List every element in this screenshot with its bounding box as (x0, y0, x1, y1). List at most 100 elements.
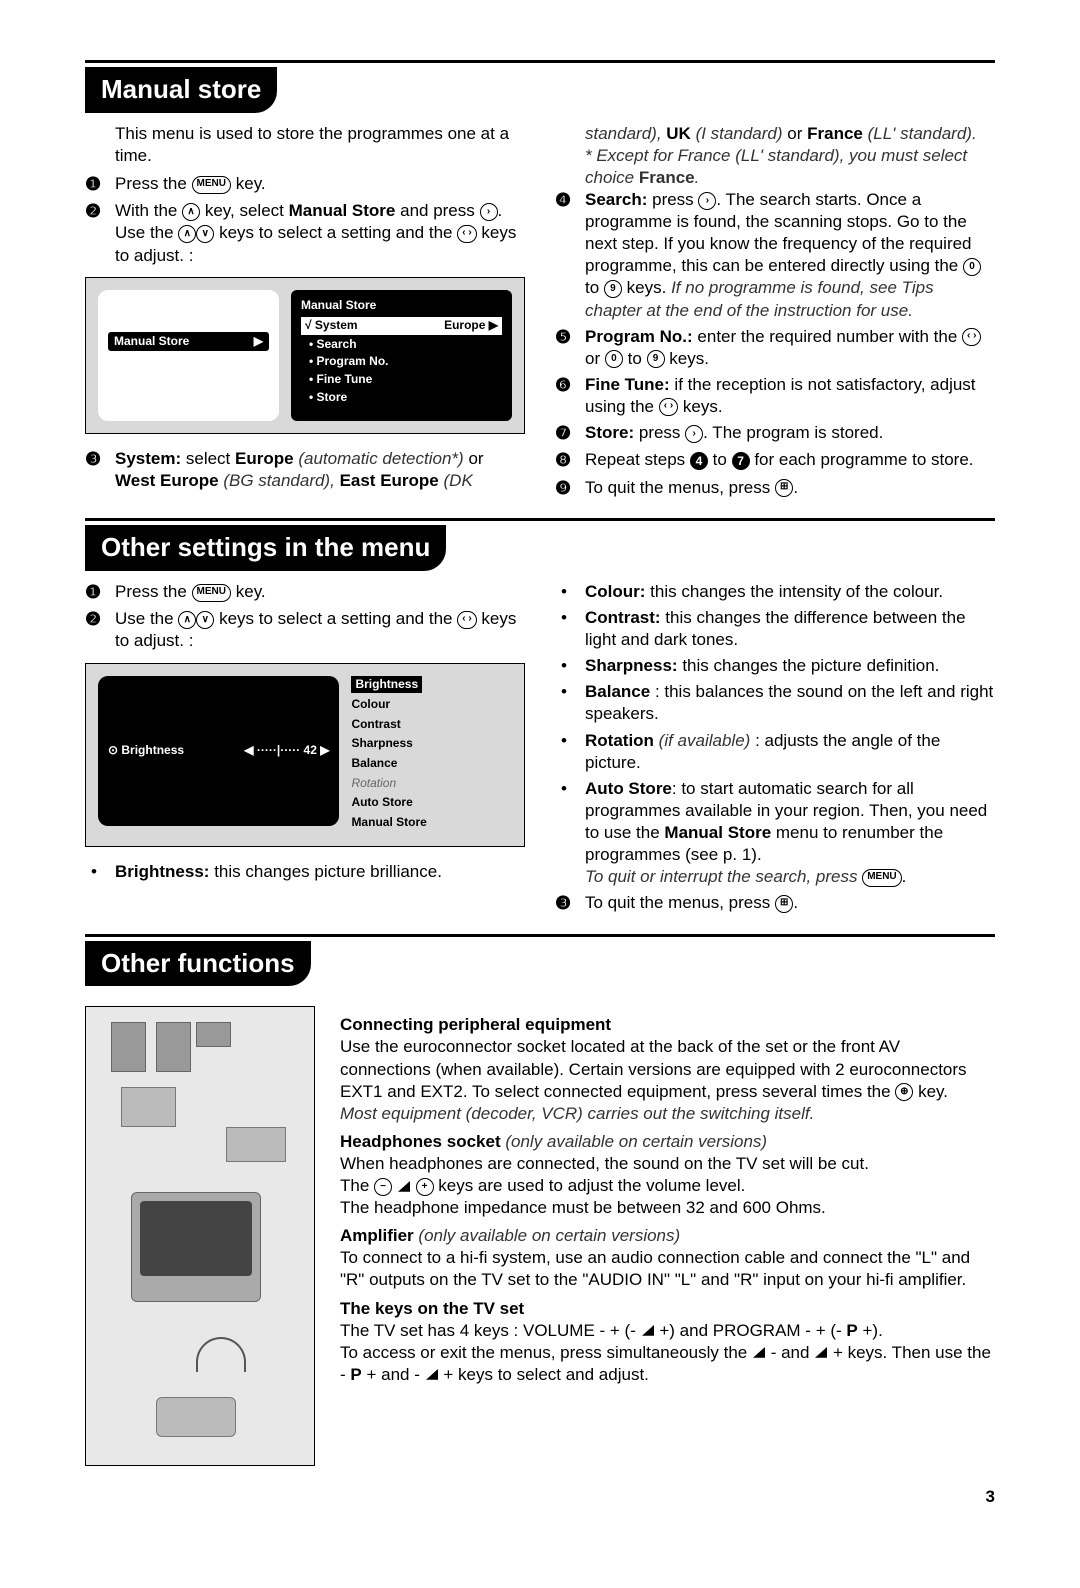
step-9: ❾ To quit the menus, press ⊞. (555, 477, 995, 500)
text: (LL' standard). (868, 124, 977, 143)
other-settings-right: •Colour: this changes the intensity of t… (555, 581, 995, 920)
text: To connect to a hi-fi system, use an aud… (340, 1247, 995, 1291)
text: To quit the menus, press (585, 893, 770, 912)
manual-store-menu-figure: Manual Store▶ Manual Store √ System Euro… (85, 277, 525, 435)
text: Repeat steps (585, 450, 685, 469)
text: Use the (115, 609, 174, 628)
menu-item: • Program No. (301, 354, 502, 370)
minus-key-icon: − (374, 1178, 392, 1196)
right-key-icon: › (480, 203, 498, 221)
menu-key-icon: MENU (192, 176, 231, 194)
step-num-1: ❶ (85, 173, 115, 196)
list-item: Colour (351, 697, 512, 713)
left-right-key-icon: ‹ › (457, 225, 476, 243)
manual-store-right-col: standard), UK (I standard) or France (LL… (555, 123, 995, 504)
menu-item: • Store (301, 390, 502, 406)
text: System: (115, 449, 181, 468)
text: (BG standard), (223, 471, 335, 490)
text: keys. (627, 278, 667, 297)
text: (automatic detection*) (298, 449, 463, 468)
text: With the (115, 201, 177, 220)
list-item: Manual Store (351, 815, 512, 831)
volume-icon (752, 1347, 766, 1359)
right-key-icon: › (698, 192, 716, 210)
text: * Except for France (LL' standard), you … (585, 145, 995, 189)
exit-key-icon: ⊞ (775, 479, 793, 497)
left-right-key-icon: ‹ › (659, 398, 678, 416)
heading-other-settings: Other settings in the menu (85, 525, 446, 571)
step-num-2: ❷ (85, 200, 115, 266)
picture-menu-figure: ⊙ Brightness ◀ ·····|····· 42 ▶ Brightne… (85, 663, 525, 848)
step-num-1: ❶ (85, 581, 115, 604)
step-num-2: ❷ (85, 608, 115, 652)
menu-box-left: Manual Store▶ (98, 290, 279, 422)
text: Brightness: (115, 862, 209, 881)
step-num-8: ❽ (555, 449, 585, 472)
menu-item: • Fine Tune (301, 372, 502, 388)
step-7: ❼ Store: press ›. The program is stored. (555, 422, 995, 445)
text: Fine Tune: (585, 375, 670, 394)
menu-right-title: Manual Store (301, 298, 502, 314)
subhead-headphones: Headphones socket (only available on cer… (340, 1131, 995, 1153)
menu-key-icon: MENU (192, 584, 231, 602)
list-item: Auto Store (351, 795, 512, 811)
text: Store: (585, 423, 634, 442)
text: Use the euroconnector socket located at … (340, 1036, 995, 1102)
text: this changes picture brilliance. (214, 862, 442, 881)
manual-store-columns: This menu is used to store the programme… (85, 123, 995, 504)
bullet-brightness: • Brightness: this changes picture brill… (85, 861, 525, 883)
step-num-7: ❼ (555, 422, 585, 445)
step-num-5: ❺ (555, 326, 585, 370)
step-4: ❹ Search: press ›. The search starts. On… (555, 189, 995, 322)
top-rule (85, 60, 995, 63)
page-number: 3 (85, 1486, 995, 1508)
text: key, select (205, 201, 284, 220)
text: . The program is stored. (703, 423, 883, 442)
step-num-9: ❾ (555, 477, 585, 500)
menu-box-right: Manual Store √ System Europe ▶ • Search … (291, 290, 512, 422)
menu-row-value: Europe ▶ (444, 318, 498, 334)
step-num-6: ❻ (555, 374, 585, 418)
up-key-icon: ∧ (178, 225, 196, 243)
other-settings-left: ❶ Press the MENU key. ❷ Use the ∧∨ keys … (85, 581, 525, 920)
source-key-icon: ⊕ (895, 1083, 913, 1101)
text: keys. (683, 397, 723, 416)
text: or (585, 349, 600, 368)
list-item: Contrast (351, 717, 512, 733)
menu-key-icon: MENU (862, 869, 901, 887)
step-num-4: ❹ (555, 189, 585, 322)
manual-store-intro: This menu is used to store the programme… (115, 123, 525, 167)
rule (85, 518, 995, 521)
text: to (628, 349, 642, 368)
other-functions-row: Connecting peripheral equipment Use the … (85, 1006, 995, 1466)
text: To access or exit the menus, press simul… (340, 1342, 995, 1386)
volume-icon (641, 1325, 655, 1337)
text: to (585, 278, 599, 297)
text: standard), (585, 124, 662, 143)
ref-step-7: 7 (732, 452, 750, 470)
list-item: Balance (351, 756, 512, 772)
text: UK (666, 124, 691, 143)
up-key-icon: ∧ (178, 611, 196, 629)
text: enter the required number with the (697, 327, 957, 346)
text: keys. (669, 349, 709, 368)
text: and press (400, 201, 475, 220)
volume-icon (814, 1347, 828, 1359)
text: The headphone impedance must be between … (340, 1197, 995, 1219)
text: France (807, 124, 863, 143)
subhead-peripheral: Connecting peripheral equipment (340, 1014, 995, 1036)
step-num-3: ❸ (85, 448, 115, 492)
text: Manual Store (289, 201, 396, 220)
osd-value: 42 (304, 743, 317, 757)
text: key. (236, 174, 266, 193)
text: (I standard) (696, 124, 783, 143)
nine-key-icon: 9 (604, 280, 622, 298)
rule (85, 934, 995, 937)
heading-other-functions: Other functions (85, 941, 311, 987)
text: press (639, 423, 681, 442)
ref-step-4: 4 (690, 452, 708, 470)
step-5: ❺ Program No.: enter the required number… (555, 326, 995, 370)
volume-icon (425, 1369, 439, 1381)
step-6: ❻ Fine Tune: if the reception is not sat… (555, 374, 995, 418)
menu-left-label: Manual Store (114, 334, 189, 350)
